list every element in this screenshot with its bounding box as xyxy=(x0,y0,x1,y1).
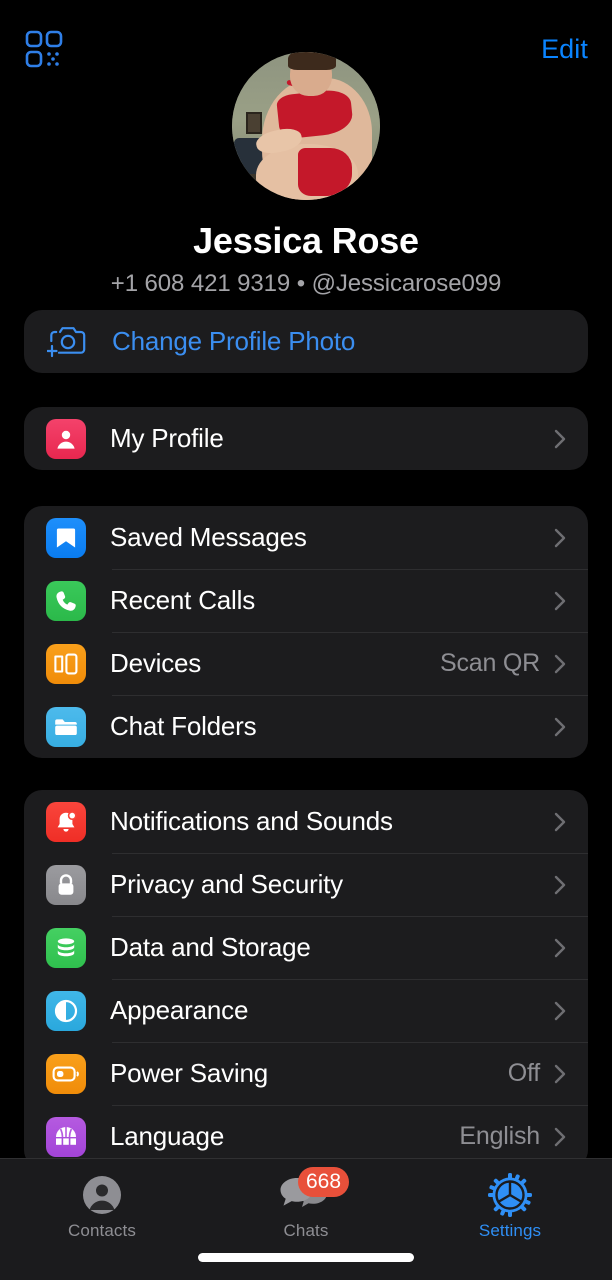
chevron-right-icon xyxy=(554,875,566,895)
home-indicator xyxy=(198,1253,414,1262)
row-value-language: English xyxy=(459,1122,540,1150)
row-label-notifications-and-sounds: Notifications and Sounds xyxy=(110,806,393,836)
chevron-right-icon xyxy=(554,1001,566,1021)
contrast-circle-icon xyxy=(46,990,86,1031)
chevron-right-icon xyxy=(554,591,566,611)
row-label-recent-calls: Recent Calls xyxy=(110,585,255,615)
profile-name: Jessica Rose xyxy=(193,220,419,261)
row-saved-messages[interactable]: Saved Messages xyxy=(24,506,588,569)
main-group: Saved Messages Recent Calls Devices Scan… xyxy=(24,506,588,758)
change-profile-photo-row[interactable]: Change Profile Photo xyxy=(24,310,588,373)
phone-icon xyxy=(46,580,86,621)
row-appearance[interactable]: Appearance xyxy=(24,979,588,1042)
tab-label-chats: Chats xyxy=(283,1221,329,1240)
chevron-right-icon xyxy=(554,938,566,958)
folder-icon xyxy=(46,706,86,747)
bell-icon xyxy=(46,801,86,842)
tab-settings[interactable]: Settings xyxy=(408,1159,612,1280)
chevron-right-icon xyxy=(554,1064,566,1084)
row-label-devices: Devices xyxy=(110,648,202,678)
row-label-appearance: Appearance xyxy=(110,995,249,1025)
chat-bubbles-icon: 668 xyxy=(280,1167,350,1217)
settings-list: Change Profile Photo My Profile Saved Me… xyxy=(0,310,612,1204)
globe-icon xyxy=(46,1116,86,1157)
tab-contacts[interactable]: Contacts xyxy=(0,1159,204,1280)
profile-subtitle: +1 608 421 9319 • @Jessicarose099 xyxy=(110,270,502,297)
tab-label-contacts: Contacts xyxy=(68,1221,136,1240)
change-profile-photo-label: Change Profile Photo xyxy=(112,326,356,356)
row-power-saving[interactable]: Power Saving Off xyxy=(24,1042,588,1105)
qr-code-icon[interactable] xyxy=(24,29,64,69)
chevron-right-icon xyxy=(554,812,566,832)
row-devices[interactable]: Devices Scan QR xyxy=(24,632,588,695)
person-circle-icon xyxy=(46,418,86,459)
settings-group: Notifications and Sounds Privacy and Sec… xyxy=(24,790,588,1168)
row-label-privacy-and-security: Privacy and Security xyxy=(110,869,343,899)
chats-unread-badge: 668 xyxy=(298,1167,350,1197)
chevron-right-icon xyxy=(554,429,566,449)
gear-icon xyxy=(488,1173,532,1217)
devices-icon xyxy=(46,643,86,684)
person-icon xyxy=(81,1173,123,1217)
row-value-devices: Scan QR xyxy=(439,649,540,677)
chevron-right-icon xyxy=(554,717,566,737)
profile-group: My Profile xyxy=(24,407,588,470)
row-label-saved-messages: Saved Messages xyxy=(110,522,307,552)
camera-plus-icon xyxy=(46,322,88,362)
chevron-right-icon xyxy=(554,654,566,674)
row-value-power-saving: Off xyxy=(507,1059,540,1087)
row-label-chat-folders: Chat Folders xyxy=(110,711,257,741)
row-label-language: Language xyxy=(110,1121,225,1151)
bookmark-icon xyxy=(46,517,86,558)
row-privacy-and-security[interactable]: Privacy and Security xyxy=(24,853,588,916)
row-label-power-saving: Power Saving xyxy=(110,1058,269,1088)
lock-icon xyxy=(46,864,86,905)
row-notifications-and-sounds[interactable]: Notifications and Sounds xyxy=(24,790,588,853)
tab-bar: Contacts 668 Chats Settings xyxy=(0,1158,612,1280)
chevron-right-icon xyxy=(554,528,566,548)
row-my-profile[interactable]: My Profile xyxy=(24,407,588,470)
row-data-and-storage[interactable]: Data and Storage xyxy=(24,916,588,979)
row-recent-calls[interactable]: Recent Calls xyxy=(24,569,588,632)
battery-icon xyxy=(46,1053,86,1094)
change-photo-group: Change Profile Photo xyxy=(24,310,588,373)
tab-label-settings: Settings xyxy=(478,1221,542,1240)
top-bar: Edit xyxy=(0,0,612,90)
row-label-data-and-storage: Data and Storage xyxy=(110,932,311,962)
edit-button[interactable]: Edit xyxy=(541,34,588,65)
row-label-my-profile: My Profile xyxy=(110,423,224,453)
row-chat-folders[interactable]: Chat Folders xyxy=(24,695,588,758)
chevron-right-icon xyxy=(554,1127,566,1147)
database-icon xyxy=(46,927,86,968)
